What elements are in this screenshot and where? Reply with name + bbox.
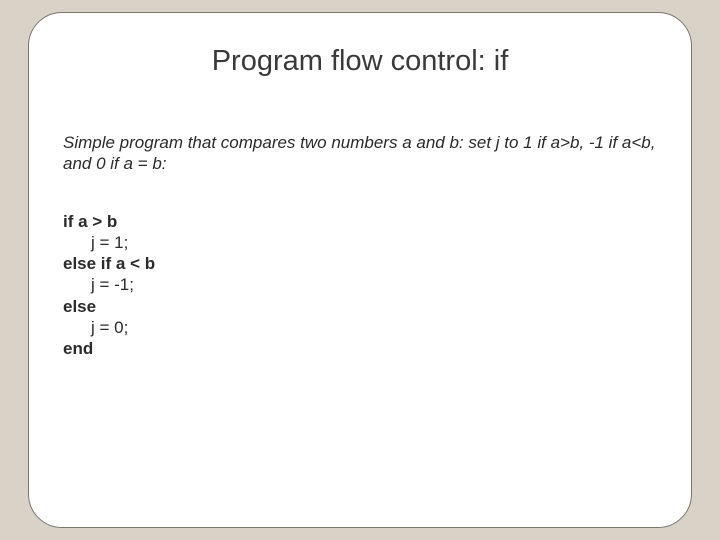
code-line: end — [63, 338, 657, 359]
code-keyword-if: if a > b — [63, 212, 117, 231]
code-line: j = 1; — [63, 232, 657, 253]
code-keyword-else: else — [63, 297, 96, 316]
code-line: else — [63, 296, 657, 317]
code-statement: j = -1; — [63, 274, 134, 295]
code-line: j = -1; — [63, 274, 657, 295]
code-line: j = 0; — [63, 317, 657, 338]
code-statement: j = 0; — [63, 317, 128, 338]
code-block: if a > b j = 1; else if a < b j = -1; el… — [63, 211, 657, 360]
code-line: if a > b — [63, 211, 657, 232]
code-keyword-end: end — [63, 339, 93, 358]
slide-title: Program flow control: if — [63, 45, 657, 78]
code-statement: j = 1; — [63, 232, 128, 253]
code-line: else if a < b — [63, 253, 657, 274]
slide-description: Simple program that compares two numbers… — [63, 132, 657, 175]
slide-card: Program flow control: if Simple program … — [28, 12, 692, 528]
code-keyword-elseif: else if a < b — [63, 254, 155, 273]
